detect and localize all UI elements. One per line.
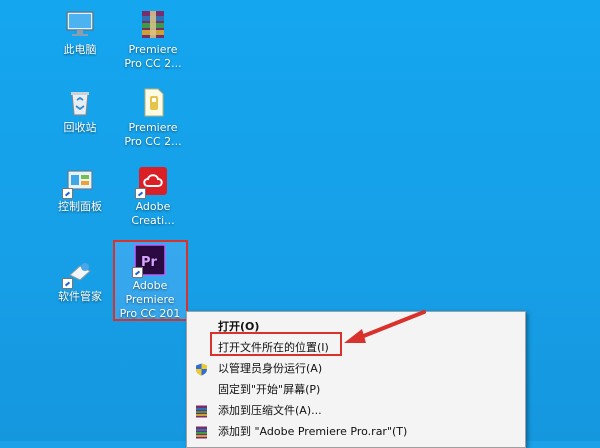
desktop-icon-label: Adobe Creati... (131, 200, 175, 227)
winrar-icon (195, 404, 208, 418)
shortcut-arrow-icon (132, 267, 143, 278)
premiere-badge: Pr (141, 255, 158, 270)
desktop-icon-premiere-rar[interactable]: Premiere Pro CC 2... (117, 8, 189, 71)
desktop-icon-this-pc[interactable]: 此电脑 (44, 8, 116, 57)
desktop-icon-label: 软件管家 (58, 290, 102, 303)
desktop-icon-adobe-creative-cloud[interactable]: Adobe Creati... (117, 165, 189, 228)
shortcut-arrow-icon (135, 188, 146, 199)
menu-item-add-to-archive[interactable]: 添加到压缩文件(A)... (187, 400, 525, 421)
menu-item-label: 以管理员身份运行(A) (218, 362, 323, 375)
desktop[interactable]: 此电脑 Premiere Pro CC 2... 回收站 Premiere Pr… (0, 0, 600, 448)
desktop-icon-label: Premiere Pro CC 2... (124, 121, 182, 148)
text-file-icon (137, 86, 169, 118)
desktop-icon-adobe-premiere-pro[interactable]: Pr Adobe Premiere Pro CC 201 (114, 244, 186, 321)
software-manager-icon (62, 255, 96, 289)
menu-item-add-to-rar[interactable]: 添加到 "Adobe Premiere Pro.rar"(T) (187, 421, 525, 442)
winrar-archive-icon (137, 8, 169, 40)
desktop-icon-premiere-txt[interactable]: Premiere Pro CC 2... (117, 86, 189, 149)
uac-shield-icon (195, 362, 208, 376)
menu-item-label: 添加到 "Adobe Premiere Pro.rar"(T) (218, 425, 408, 438)
computer-icon (64, 8, 96, 40)
annotation-highlight-box (210, 332, 342, 356)
menu-item-label: 固定到"开始"屏幕(P) (218, 383, 321, 396)
menu-item-run-as-admin[interactable]: 以管理员身份运行(A) (187, 358, 525, 379)
desktop-icon-label: 此电脑 (63, 43, 97, 56)
adobe-creative-cloud-icon (135, 165, 169, 199)
shortcut-arrow-icon (62, 188, 73, 199)
winrar-icon (195, 425, 208, 439)
desktop-icon-label: Adobe Premiere Pro CC 201 (119, 279, 181, 320)
desktop-icon-recycle-bin[interactable]: 回收站 (44, 86, 116, 135)
annotation-arrow-icon (344, 310, 426, 343)
desktop-icon-label: 控制面板 (58, 200, 102, 213)
desktop-icon-label: Premiere Pro CC 2... (124, 43, 182, 70)
desktop-icon-control-panel[interactable]: 控制面板 (44, 165, 116, 214)
recycle-bin-icon (64, 86, 96, 118)
control-panel-icon (62, 165, 96, 199)
desktop-icon-software-manager[interactable]: 软件管家 (44, 255, 116, 304)
menu-item-pin-to-start[interactable]: 固定到"开始"屏幕(P) (187, 379, 525, 400)
desktop-icon-label: 回收站 (63, 121, 97, 134)
menu-item-label: 添加到压缩文件(A)... (218, 404, 322, 417)
premiere-pro-icon: Pr (132, 244, 166, 278)
shortcut-arrow-icon (62, 278, 73, 289)
